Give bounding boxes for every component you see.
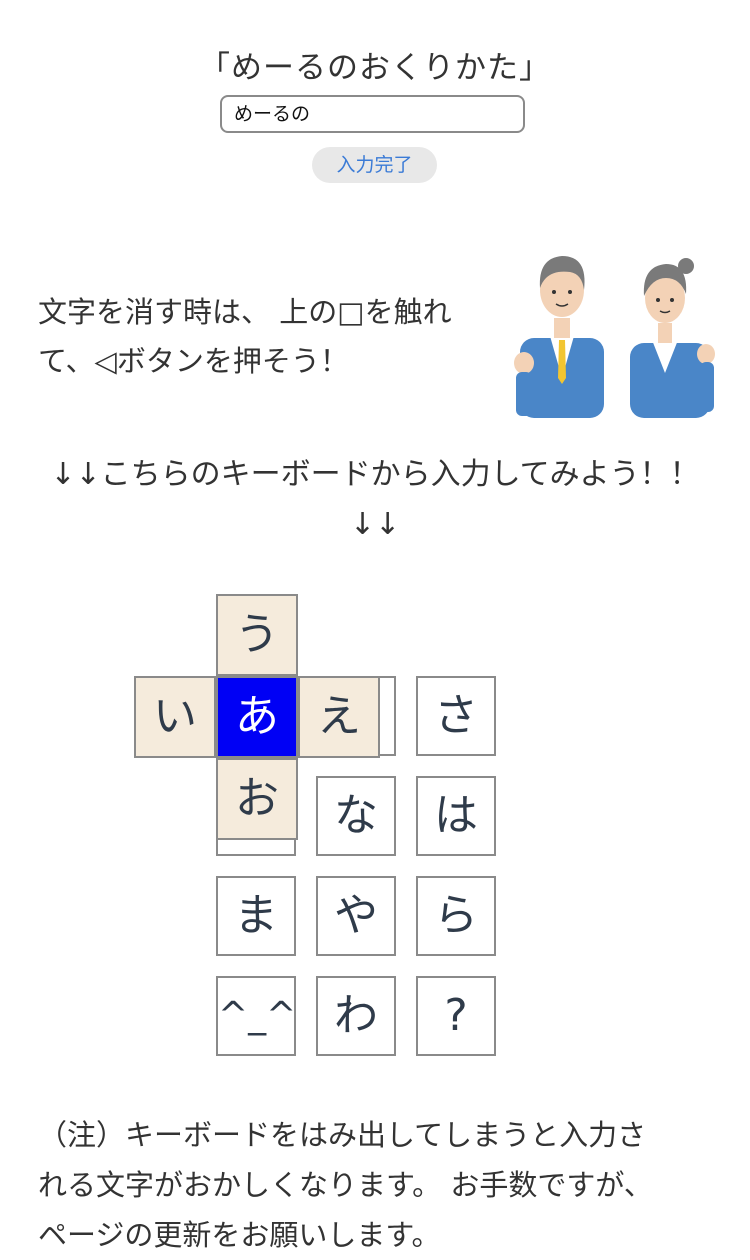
keyboard-prompt: ↓↓こちらのキーボードから入力してみよう！！ ↓↓ [30,450,720,550]
flick-key-o[interactable]: お [216,758,298,840]
instruction-line-1: 文字を消す時は、 上の□を触れ [38,295,452,329]
man-figure [514,256,604,418]
input-done-button[interactable]: 入力完了 [312,147,437,183]
caution-note: （注）キーボードをはみ出してしまうと入力さ れる文字がおかしくなります。 お手数… [38,1110,718,1260]
page-title: 「めーるのおくりかた」 [199,50,551,86]
note-line-3: ページの更新をお願いします。 [38,1218,441,1252]
flick-key-e[interactable]: え [298,676,380,758]
note-line-1: （注）キーボードをはみ出してしまうと入力さ [38,1118,647,1152]
note-line-2: れる文字がおかしくなります。 お手数ですが、 [38,1168,653,1202]
businesspeople-illustration [514,256,715,418]
key-na[interactable]: な [316,776,396,856]
key-question[interactable]: ? [416,976,496,1056]
key-ya[interactable]: や [316,876,396,956]
key-ha[interactable]: は [416,776,496,856]
key-ra[interactable]: ら [416,876,496,956]
key-ma[interactable]: ま [216,876,296,956]
flick-key-a-active[interactable]: あ [216,676,298,758]
flick-key-i[interactable]: い [134,676,216,758]
key-sa[interactable]: さ [416,676,496,756]
delete-instruction: 文字を消す時は、 上の□を触れ て、◁ボタンを押そう！ [38,288,508,386]
flick-key-u[interactable]: う [216,594,298,676]
key-emoticon[interactable]: ^_^ [216,976,296,1056]
key-wa[interactable]: わ [316,976,396,1056]
woman-figure [630,258,715,418]
instruction-line-2: て、◁ボタンを押そう！ [38,344,349,378]
prompt-line-2: ↓↓ [349,507,401,542]
message-input[interactable]: めーるの [220,95,525,133]
prompt-line-1: ↓↓こちらのキーボードから入力してみよう！！ [50,457,700,492]
